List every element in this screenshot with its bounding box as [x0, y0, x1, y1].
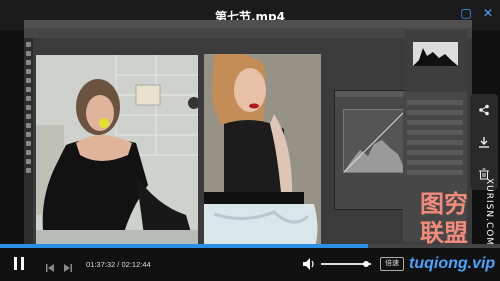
speed-button[interactable]: 倍速: [380, 257, 404, 271]
watermark-line1: 图穷: [420, 190, 468, 218]
histogram-panel: [413, 42, 458, 66]
watermark-vertical-text: XURISN.COM: [484, 178, 494, 247]
current-time: 01:37:32: [86, 260, 116, 269]
previous-icon[interactable]: [46, 259, 54, 277]
pause-icon[interactable]: [13, 257, 25, 275]
curves-graph: [343, 109, 407, 173]
volume-knob[interactable]: [363, 261, 369, 267]
photo-document-portrait: [204, 54, 321, 250]
close-icon[interactable]: ✕: [481, 6, 495, 20]
download-icon[interactable]: [470, 126, 498, 158]
restore-icon[interactable]: ▢: [459, 6, 473, 20]
watermark-url: tuqiong.vip: [409, 255, 496, 272]
photoshop-menubar: [24, 20, 472, 28]
duration: 02:12:44: [121, 260, 151, 269]
side-action-bar: [470, 94, 498, 190]
next-icon[interactable]: [64, 259, 72, 277]
video-frame[interactable]: [24, 20, 472, 250]
photoshop-toolbox: [24, 38, 33, 250]
volume-slider[interactable]: [321, 261, 371, 267]
volume-icon[interactable]: [303, 257, 316, 275]
photo-document-seated-woman: [36, 55, 198, 250]
share-icon[interactable]: [470, 94, 498, 126]
time-display: 01:37:32 / 02:12:44: [86, 260, 151, 269]
watermark-chinese-logo: 图穷 联盟: [420, 190, 468, 248]
